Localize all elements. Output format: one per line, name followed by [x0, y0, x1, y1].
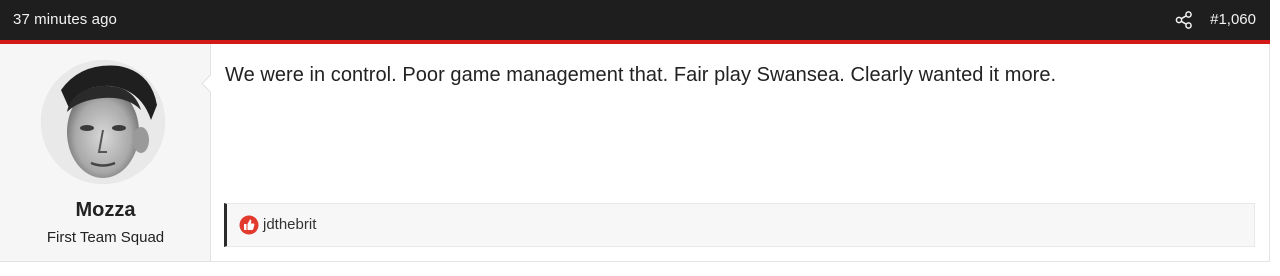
post-number-link[interactable]: #1,060: [1210, 11, 1256, 28]
post-header: 37 minutes ago #1,060: [0, 0, 1270, 44]
avatar[interactable]: [41, 60, 165, 184]
message-text: We were in control. Poor game management…: [225, 64, 1057, 86]
post-timestamp-link[interactable]: 37 minutes ago: [13, 11, 117, 28]
forum-post: 37 minutes ago #1,060 Mozza First Team S…: [0, 0, 1270, 262]
user-title: First Team Squad: [46, 229, 165, 246]
share-icon[interactable]: [1174, 10, 1194, 30]
reaction-user-link[interactable]: jdthebrit: [263, 216, 316, 233]
username-link[interactable]: Mozza: [0, 199, 211, 222]
panel-arrow: [201, 74, 220, 93]
reactions-bar: jdthebrit: [224, 203, 1255, 247]
like-icon: [239, 215, 259, 235]
user-info-panel: Mozza First Team Squad: [0, 44, 220, 261]
